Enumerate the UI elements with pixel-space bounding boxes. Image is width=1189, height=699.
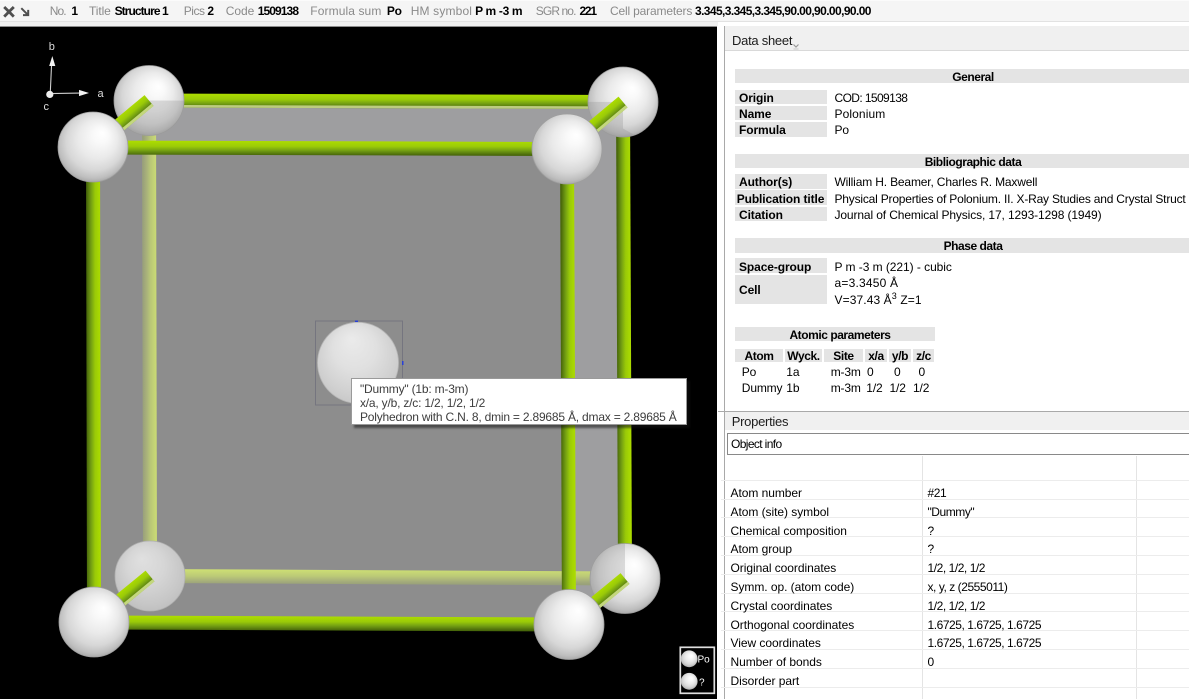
svg-text:b: b <box>49 41 55 53</box>
svg-text:a: a <box>98 88 105 100</box>
svg-text:Po: Po <box>698 655 711 666</box>
svg-text:?: ? <box>699 678 705 689</box>
svg-text:c: c <box>44 101 50 113</box>
